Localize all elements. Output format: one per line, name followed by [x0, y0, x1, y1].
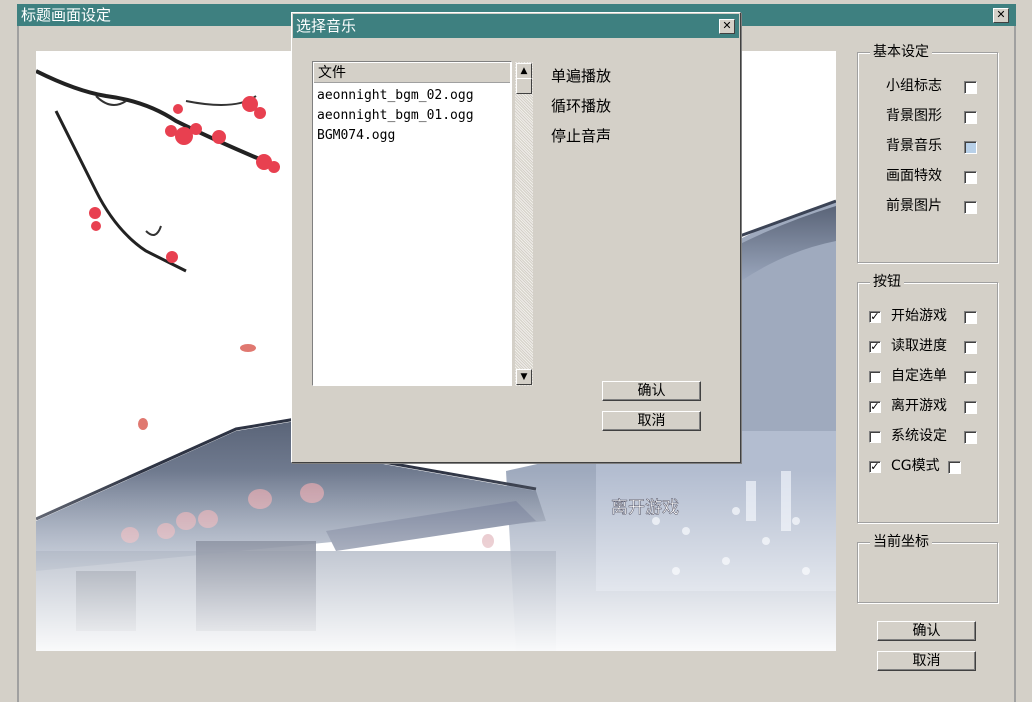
load-progress-enable-checkbox[interactable]: ✓: [869, 341, 881, 353]
buttons-group-label: 按钮: [870, 273, 904, 291]
option-load-progress[interactable]: 读取进度: [891, 336, 947, 356]
system-settings-enable-checkbox[interactable]: [869, 431, 881, 443]
option-custom-menu[interactable]: 自定选单: [891, 366, 947, 386]
system-settings-checkbox[interactable]: [964, 431, 977, 444]
bg-image-checkbox[interactable]: [964, 111, 977, 124]
current-coords-group: 当前坐标: [857, 533, 998, 603]
option-label: 背景音乐: [886, 138, 942, 154]
option-label: 离开游戏: [891, 398, 947, 414]
window-border-right: [1014, 26, 1016, 702]
file-listbox[interactable]: 文件 aeonnight_bgm_02.ogg aeonnight_bgm_01…: [312, 61, 512, 386]
play-once-option[interactable]: 单遍播放: [551, 66, 611, 86]
option-label: 画面特效: [886, 168, 942, 184]
exit-game-checkbox[interactable]: [964, 401, 977, 414]
option-system-settings[interactable]: 系统设定: [891, 426, 947, 446]
option-label: 前景图片: [886, 198, 942, 214]
scroll-down-icon[interactable]: ▼: [516, 369, 532, 385]
select-music-dialog: 选择音乐 ✕ 文件 aeonnight_bgm_02.ogg aeonnight…: [291, 12, 741, 463]
cancel-button[interactable]: 取消: [877, 651, 976, 671]
custom-menu-enable-checkbox[interactable]: [869, 371, 881, 383]
dialog-title: 选择音乐: [296, 17, 357, 35]
basic-settings-group: 基本设定 小组标志 背景图形 背景音乐 画面特效 前景图片: [857, 43, 998, 263]
option-team-logo[interactable]: 小组标志: [886, 76, 942, 96]
option-label: 系统设定: [891, 428, 947, 444]
team-logo-checkbox[interactable]: [964, 81, 977, 94]
load-progress-checkbox[interactable]: [964, 341, 977, 354]
exit-game-enable-checkbox[interactable]: ✓: [869, 401, 881, 413]
dialog-titlebar: 选择音乐 ✕: [293, 14, 739, 38]
cg-mode-enable-checkbox[interactable]: ✓: [869, 461, 881, 473]
list-item[interactable]: aeonnight_bgm_02.ogg: [317, 86, 474, 106]
window-title: 标题画面设定: [21, 6, 112, 24]
list-item[interactable]: aeonnight_bgm_01.ogg: [317, 106, 474, 126]
start-game-checkbox[interactable]: [964, 311, 977, 324]
option-start-game[interactable]: 开始游戏: [891, 306, 947, 326]
screen-effect-checkbox[interactable]: [964, 171, 977, 184]
option-label: 读取进度: [891, 338, 947, 354]
play-loop-option[interactable]: 循环播放: [551, 96, 611, 116]
confirm-button[interactable]: 确认: [877, 621, 976, 641]
dialog-cancel-button[interactable]: 取消: [602, 411, 701, 431]
close-icon[interactable]: ✕: [993, 8, 1009, 23]
start-game-enable-checkbox[interactable]: ✓: [869, 311, 881, 323]
scroll-up-icon[interactable]: ▲: [516, 63, 532, 79]
option-foreground-image[interactable]: 前景图片: [886, 196, 942, 216]
file-list: aeonnight_bgm_02.ogg aeonnight_bgm_01.og…: [317, 86, 474, 146]
option-label: 小组标志: [886, 78, 942, 94]
list-item[interactable]: BGM074.ogg: [317, 126, 474, 146]
current-coords-label: 当前坐标: [870, 533, 932, 551]
foreground-image-checkbox[interactable]: [964, 201, 977, 214]
option-label: CG模式: [891, 458, 940, 474]
option-cg-mode[interactable]: CG模式: [891, 456, 940, 476]
option-label: 背景图形: [886, 108, 942, 124]
custom-menu-checkbox[interactable]: [964, 371, 977, 384]
buttons-group: 按钮 ✓ 开始游戏 ✓ 读取进度 自定选单 ✓ 离开游戏 系统设定 ✓ CG模式: [857, 273, 998, 523]
file-list-scrollbar[interactable]: ▲ ▼: [515, 62, 533, 386]
option-exit-game[interactable]: 离开游戏: [891, 396, 947, 416]
main-window: 标题画面设定 ✕ 离开游戏 基本设定 小组标志 背景图形 背景音乐 画面特效 前…: [0, 0, 1032, 702]
preview-exit-label: 离开游戏: [611, 498, 679, 518]
window-border-left: [17, 26, 19, 702]
option-label: 开始游戏: [891, 308, 947, 324]
file-column-header[interactable]: 文件: [314, 63, 510, 83]
scroll-thumb[interactable]: [516, 78, 532, 94]
stop-sound-option[interactable]: 停止音声: [551, 126, 611, 146]
dialog-confirm-button[interactable]: 确认: [602, 381, 701, 401]
option-bg-music[interactable]: 背景音乐: [886, 136, 942, 156]
option-bg-image[interactable]: 背景图形: [886, 106, 942, 126]
basic-settings-label: 基本设定: [870, 43, 932, 61]
bg-music-checkbox[interactable]: [964, 141, 977, 154]
option-label: 自定选单: [891, 368, 947, 384]
option-screen-effect[interactable]: 画面特效: [886, 166, 942, 186]
cg-mode-checkbox[interactable]: [948, 461, 961, 474]
dialog-close-icon[interactable]: ✕: [719, 19, 735, 34]
